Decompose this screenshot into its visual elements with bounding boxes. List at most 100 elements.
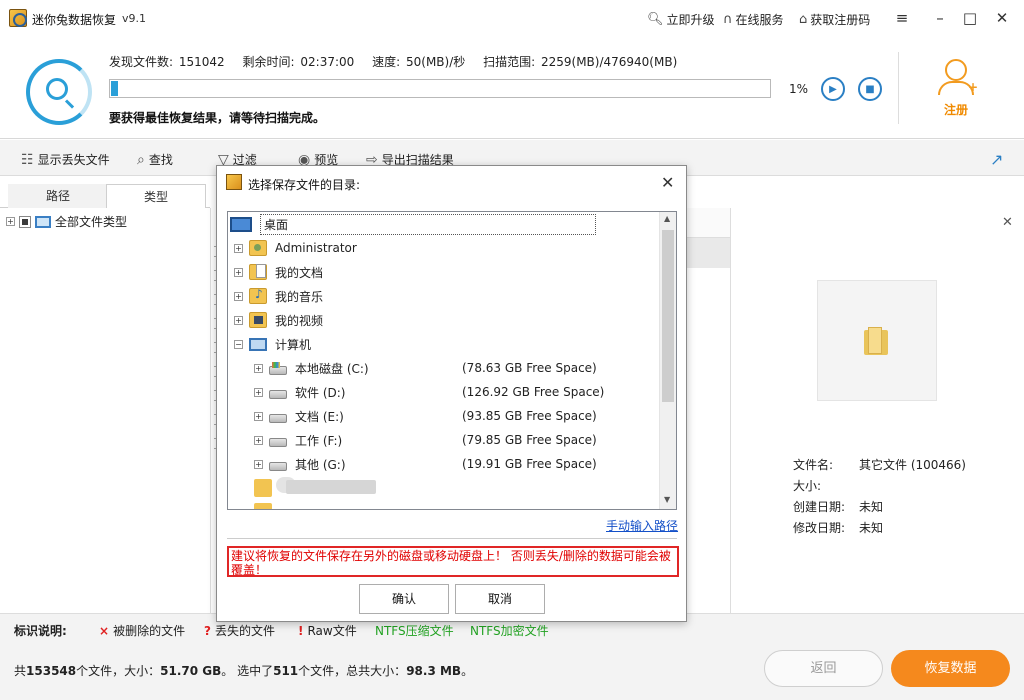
tree-label: 我的音乐 <box>275 289 324 304</box>
back-button[interactable]: 返回 <box>764 650 883 687</box>
tree-item-my-music[interactable]: + 我的音乐 <box>234 285 323 307</box>
scroll-down-icon[interactable]: ▼ <box>664 495 670 504</box>
show-lost-files-button[interactable]: ☷ 显示丢失文件 <box>21 151 110 168</box>
computer-icon <box>249 337 267 351</box>
tree-item-drive-g[interactable]: + 其他 (G:) <box>254 453 346 475</box>
expand-icon[interactable]: + <box>254 387 263 397</box>
drive-icon <box>269 389 287 399</box>
tree-label: 我的视频 <box>275 313 324 328</box>
close-icon[interactable]: ✕ <box>992 8 1012 28</box>
manual-path-link[interactable]: 手动输入路径 <box>606 517 678 534</box>
play-button[interactable]: ▶ <box>821 77 845 101</box>
register-label: 注册 <box>944 103 969 117</box>
scan-progress-bar <box>109 79 771 98</box>
find-button[interactable]: ⌕ 查找 <box>137 151 173 168</box>
search-icon: ⌕ <box>137 151 145 168</box>
selected-row[interactable] <box>687 238 731 268</box>
cart-icon: ⌂ <box>799 12 808 27</box>
drive-free-space: (78.63 GB Free Space) <box>462 361 597 375</box>
close-icon[interactable]: ✕ <box>661 173 674 192</box>
confirm-button[interactable]: 确认 <box>359 584 449 614</box>
tree-item-desktop[interactable]: 桌面 <box>230 213 596 235</box>
cancel-button[interactable]: 取消 <box>455 584 545 614</box>
lost-mark-icon: ? <box>204 624 211 638</box>
info-modified: 修改日期: 未知 <box>793 521 884 535</box>
speed-value: 50(MB)/秒 <box>406 55 466 69</box>
found-value: 151042 <box>178 55 225 69</box>
divider <box>227 538 677 539</box>
tree-item-my-docs[interactable]: + 我的文档 <box>234 261 323 283</box>
deleted-mark-icon: × <box>99 624 110 638</box>
range-value: 2259(MB)/476940(MB) <box>540 55 678 69</box>
preview-panel <box>730 208 1024 613</box>
tree-label: 工作 (F:) <box>295 433 343 448</box>
divider <box>898 52 899 124</box>
info-filename: 文件名: 其它文件 (100466) <box>793 458 966 472</box>
legend-raw: ! Raw文件 <box>298 624 357 638</box>
tree-label: 我的文档 <box>275 265 324 280</box>
share-icon[interactable]: ↗ <box>990 150 1003 169</box>
collapse-icon[interactable]: − <box>234 339 243 349</box>
save-directory-dialog: 选择保存文件的目录: ✕ 桌面 + Administrator + 我的文档 +… <box>216 165 687 622</box>
scan-hint: 要获得最佳恢复结果，请等待扫描完成。 <box>109 111 326 125</box>
scan-magnifier-icon <box>26 59 92 125</box>
tree-item-drive-f[interactable]: + 工作 (F:) <box>254 429 342 451</box>
system-drive-icon <box>269 361 287 375</box>
close-preview-icon[interactable]: ✕ <box>1002 215 1013 230</box>
app-version: v9.1 <box>122 12 147 25</box>
expand-icon[interactable]: + <box>254 411 263 421</box>
expand-icon[interactable]: + <box>254 435 263 445</box>
preview-thumbnail <box>817 280 937 401</box>
expand-icon[interactable]: + <box>254 363 263 373</box>
tree-label: 本地磁盘 (C:) <box>295 361 369 376</box>
recover-button[interactable]: 恢复数据 <box>891 650 1010 687</box>
tree-item-all-types[interactable]: + 全部文件类型 <box>6 213 127 230</box>
legend-deleted: × 被删除的文件 <box>99 624 186 638</box>
documents-folder-icon <box>249 264 267 280</box>
folder-icon <box>254 503 272 509</box>
tree-checkbox[interactable] <box>19 215 31 228</box>
computer-icon <box>35 215 51 228</box>
tree-item-administrator[interactable]: + Administrator <box>234 237 357 259</box>
scroll-up-icon[interactable]: ▲ <box>664 214 670 223</box>
expand-icon[interactable]: + <box>234 243 243 253</box>
stop-button[interactable]: ■ <box>858 77 882 101</box>
scroll-thumb[interactable] <box>662 230 674 402</box>
maximize-icon[interactable]: □ <box>960 8 980 28</box>
legend-ntfs-compressed: NTFS压缩文件 <box>375 624 454 638</box>
online-service-link[interactable]: ∩ 在线服务 <box>723 11 784 28</box>
find-label: 查找 <box>148 153 173 167</box>
raw-mark-icon: ! <box>298 624 304 638</box>
drive-icon <box>269 461 287 471</box>
tab-path[interactable]: 路径 <box>8 184 108 208</box>
app-logo-icon <box>226 174 242 190</box>
selected-size: 98.3 MB <box>406 664 462 678</box>
menu-icon[interactable]: ≡ <box>892 8 912 28</box>
tree-scrollbar[interactable]: ▲ ▼ <box>659 212 676 509</box>
expand-icon[interactable]: + <box>234 291 243 301</box>
tree-item-computer[interactable]: − 计算机 <box>234 333 311 355</box>
tree-item-drive-e[interactable]: + 文档 (E:) <box>254 405 344 427</box>
register-button[interactable]: + 注册 <box>932 56 984 120</box>
expand-icon[interactable]: + <box>234 267 243 277</box>
tab-type[interactable]: 类型 <box>106 184 206 208</box>
found-label: 发现文件数: <box>109 55 174 69</box>
upgrade-link[interactable]: 🔍︎ 立即升级 <box>647 11 715 28</box>
folder-tree[interactable]: 桌面 + Administrator + 我的文档 + 我的音乐 + 我的视频 … <box>227 211 677 510</box>
expand-icon[interactable]: + <box>234 315 243 325</box>
tree-item-drive-c[interactable]: + 本地磁盘 (C:) <box>254 357 369 379</box>
legend-ntfs-encrypted: NTFS加密文件 <box>470 624 549 638</box>
info-size: 大小: <box>793 479 822 493</box>
folder-icon <box>864 327 888 355</box>
desktop-icon <box>230 216 252 232</box>
get-code-link[interactable]: ⌂ 获取注册码 <box>799 11 870 28</box>
expand-icon[interactable]: + <box>254 459 263 469</box>
tree-item-drive-d[interactable]: + 软件 (D:) <box>254 381 345 403</box>
minimize-icon[interactable]: – <box>930 8 950 28</box>
tree-item-my-videos[interactable]: + 我的视频 <box>234 309 323 331</box>
expand-icon[interactable]: + <box>6 217 15 226</box>
status-text: 共153548个文件，大小：51.70 GB。 选中了511个文件，总共大小：9… <box>14 664 474 678</box>
user-folder-icon <box>249 240 267 256</box>
scan-progress-fill <box>111 81 118 96</box>
legend-lost: ? 丢失的文件 <box>204 624 275 638</box>
